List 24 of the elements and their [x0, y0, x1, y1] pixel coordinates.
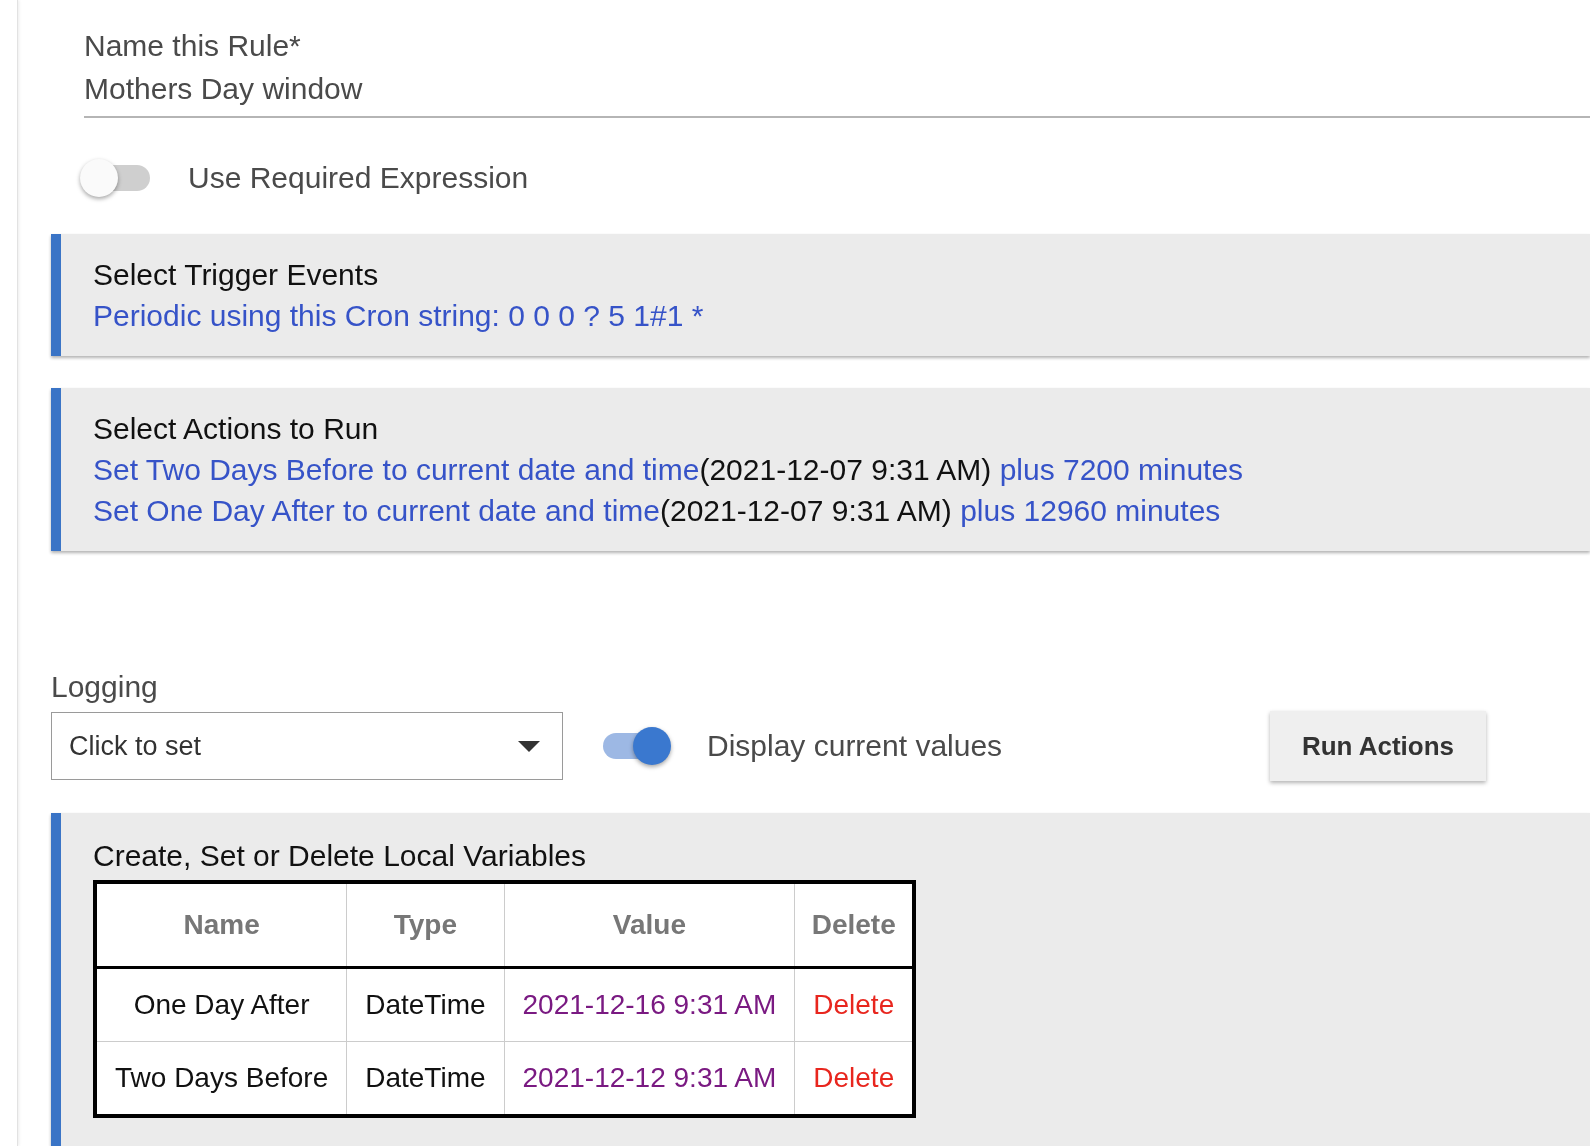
action-link[interactable]: plus 7200 minutes [999, 453, 1244, 486]
column-header: Value [504, 882, 795, 968]
logging-select[interactable]: Click to set [51, 712, 563, 780]
run-actions-button[interactable]: Run Actions [1270, 711, 1486, 781]
table-cell: One Day After [95, 967, 347, 1042]
table-cell: 2021-12-16 9:31 AM [504, 967, 795, 1042]
section-title: Select Actions to Run [93, 411, 380, 447]
rule-name-field[interactable]: Mothers Day window [84, 72, 1590, 118]
column-header: Name [95, 882, 347, 968]
section-title: Create, Set or Delete Local Variables [93, 838, 588, 874]
action-line: Set Two Days Before to current date and time(2021-12-07 9:31 AM) plus 7200 minutes [93, 452, 1245, 488]
action-link[interactable]: Set Two Days Before to current date and time [93, 453, 700, 486]
switch-label: Display current values [707, 728, 1003, 764]
trigger-link[interactable]: Periodic using this Cron string: 0 0 0 ? 5 1#1 * [93, 299, 704, 332]
logging-label: Logging [51, 669, 159, 705]
table-cell: DateTime [346, 967, 505, 1042]
caret-icon [518, 740, 540, 752]
action-link[interactable]: plus 12960 minutes [960, 494, 1221, 527]
section-title: Select Trigger Events [93, 257, 380, 293]
switch-label: Use Required Expression [188, 160, 529, 196]
column-header: Type [346, 882, 505, 968]
action-line: Set One Day After to current date and time(2021-12-07 9:31 AM) plus 12960 minutes [93, 493, 1222, 529]
action-link[interactable]: Set One Day After to current date and time [93, 494, 660, 527]
field-label: Name this Rule* [84, 28, 302, 64]
